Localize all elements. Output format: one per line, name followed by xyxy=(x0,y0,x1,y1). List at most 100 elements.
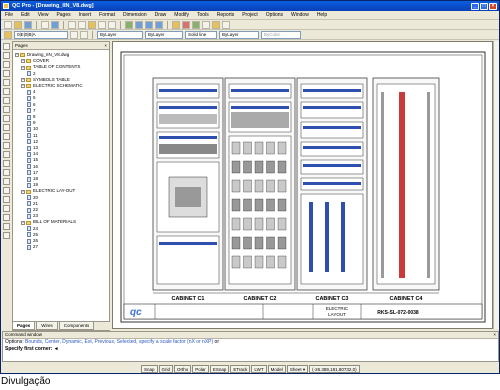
block-tool-icon[interactable] xyxy=(3,133,10,140)
polar-toggle[interactable]: Polar xyxy=(192,364,209,373)
hatch-tool-icon[interactable] xyxy=(3,115,10,122)
project-manager-icon[interactable] xyxy=(182,20,190,29)
menu-format[interactable]: Format xyxy=(99,12,115,18)
menu-help[interactable]: Help xyxy=(317,12,327,18)
collapse-icon[interactable]: − xyxy=(21,189,25,194)
menu-tools[interactable]: Tools xyxy=(197,12,209,18)
trim-tool-icon[interactable] xyxy=(3,214,10,221)
ellipse-tool-icon[interactable] xyxy=(3,97,10,104)
mirror-tool-icon[interactable] xyxy=(3,178,10,185)
status-bar: Snap Grid Ortho Polar ESnap ETrack LWT M… xyxy=(1,363,499,373)
close-icon[interactable]: × xyxy=(104,42,107,49)
arc-tool-icon[interactable] xyxy=(3,70,10,77)
menu-file[interactable]: File xyxy=(5,12,13,18)
close-button[interactable]: × xyxy=(489,2,497,10)
pan-icon[interactable] xyxy=(125,20,133,29)
collapse-icon[interactable]: − xyxy=(21,220,25,225)
tab-pages[interactable]: Pages xyxy=(12,322,36,330)
pages-panel: Pages × − Drawing_IIN_V8.dwg − COVER − TABLE … xyxy=(12,41,110,331)
snap-toggle[interactable]: Snap xyxy=(141,364,158,373)
open-folder-icon[interactable] xyxy=(14,20,22,29)
insert-tool-icon[interactable] xyxy=(3,142,10,149)
print-icon[interactable] xyxy=(41,20,49,29)
collapse-icon[interactable]: − xyxy=(21,65,25,70)
close-icon[interactable]: × xyxy=(493,332,496,338)
lwt-toggle[interactable]: LWT xyxy=(251,364,267,373)
line-tool-icon[interactable] xyxy=(3,43,10,50)
rectangle-tool-icon[interactable] xyxy=(3,79,10,86)
new-file-icon[interactable] xyxy=(4,20,12,29)
etrack-toggle[interactable]: ETrack xyxy=(230,364,251,373)
move-tool-icon[interactable] xyxy=(3,160,10,167)
ortho-toggle[interactable]: Ortho xyxy=(174,364,192,373)
print-preview-icon[interactable] xyxy=(51,20,59,29)
erase-tool-icon[interactable] xyxy=(3,232,10,239)
menu-reports[interactable]: Reports xyxy=(217,12,235,18)
copy-icon[interactable] xyxy=(78,20,86,29)
menu-draw[interactable]: Draw xyxy=(155,12,167,18)
offset-tool-icon[interactable] xyxy=(3,187,10,194)
model-toggle[interactable]: Model xyxy=(267,364,286,373)
rotate-tool-icon[interactable] xyxy=(3,196,10,203)
menu-view[interactable]: View xyxy=(38,12,49,18)
layer-select[interactable]: 0|E|0|B|A xyxy=(14,30,68,39)
sheet-dropdown[interactable]: Sheet ▾ xyxy=(286,364,309,373)
cut-icon[interactable] xyxy=(68,20,76,29)
zoom-window-icon[interactable] xyxy=(145,20,153,29)
spline-tool-icon[interactable] xyxy=(3,106,10,113)
drawing-canvas[interactable]: CABINET C1 CABINET C2 CABINET C3 CABINET… xyxy=(112,41,493,329)
polyline-tool-icon[interactable] xyxy=(3,52,10,59)
minimize-button[interactable]: _ xyxy=(471,2,479,10)
point-tool-icon[interactable] xyxy=(3,151,10,158)
undo-icon[interactable] xyxy=(98,20,106,29)
collapse-icon[interactable]: − xyxy=(21,77,25,82)
collapse-icon[interactable]: − xyxy=(21,59,25,64)
tab-components[interactable]: Components xyxy=(58,322,95,330)
collapse-icon[interactable]: − xyxy=(15,53,19,58)
menu-options[interactable]: Options xyxy=(266,12,283,18)
lineweight-select[interactable]: ByLayer xyxy=(219,30,259,39)
layer-previous-icon[interactable] xyxy=(80,30,88,39)
scale-tool-icon[interactable] xyxy=(3,205,10,212)
command-options[interactable]: Bounds, Center, Dynamic, Ext, Previous, … xyxy=(25,339,213,345)
tree-page-item[interactable]: 27 xyxy=(15,244,107,250)
maximize-button[interactable]: □ xyxy=(480,2,488,10)
toolbar-separator xyxy=(167,20,168,29)
menu-modify[interactable]: Modify xyxy=(174,12,189,18)
redo-icon[interactable] xyxy=(108,20,116,29)
paste-icon[interactable] xyxy=(88,20,96,29)
zoom-realtime-icon[interactable] xyxy=(135,20,143,29)
tab-wires[interactable]: Wires xyxy=(36,322,58,330)
linetype-name-select[interactable]: Solid line xyxy=(185,30,217,39)
menu-pages[interactable]: Pages xyxy=(56,12,70,18)
make-current-icon[interactable] xyxy=(70,30,78,39)
copy-tool-icon[interactable] xyxy=(3,169,10,176)
extend-tool-icon[interactable] xyxy=(3,223,10,230)
circle-tool-icon[interactable] xyxy=(3,61,10,68)
contactor-block xyxy=(231,179,241,193)
canvas-vertical-scrollbar[interactable] xyxy=(493,41,499,329)
help-icon[interactable] xyxy=(222,20,230,29)
wire-icon[interactable] xyxy=(192,20,200,29)
component-icon[interactable] xyxy=(202,20,210,29)
menu-dimension[interactable]: Dimension xyxy=(123,12,147,18)
text-tool-icon[interactable] xyxy=(3,124,10,131)
menu-window[interactable]: Window xyxy=(291,12,309,18)
save-icon[interactable] xyxy=(24,20,32,29)
linetype-select[interactable]: ByLayer xyxy=(145,30,183,39)
plotstyle-select[interactable]: ByColor xyxy=(261,30,301,39)
menu-insert[interactable]: Insert xyxy=(79,12,92,18)
command-window: Command window × Options: Bounds, Center… xyxy=(2,331,499,362)
polygon-tool-icon[interactable] xyxy=(3,88,10,95)
command-input[interactable]: Specify first corner: ◄ xyxy=(3,346,498,353)
collapse-icon[interactable]: − xyxy=(21,84,25,89)
zoom-previous-icon[interactable] xyxy=(155,20,163,29)
properties-icon[interactable] xyxy=(172,20,180,29)
grid-toggle[interactable]: Grid xyxy=(158,364,174,373)
layer-manager-icon[interactable] xyxy=(4,30,12,39)
menu-project[interactable]: Project xyxy=(242,12,258,18)
report-icon[interactable] xyxy=(212,20,220,29)
menu-edit[interactable]: Edit xyxy=(21,12,30,18)
esnap-toggle[interactable]: ESnap xyxy=(209,364,230,373)
color-select[interactable]: ByLayer xyxy=(97,30,143,39)
